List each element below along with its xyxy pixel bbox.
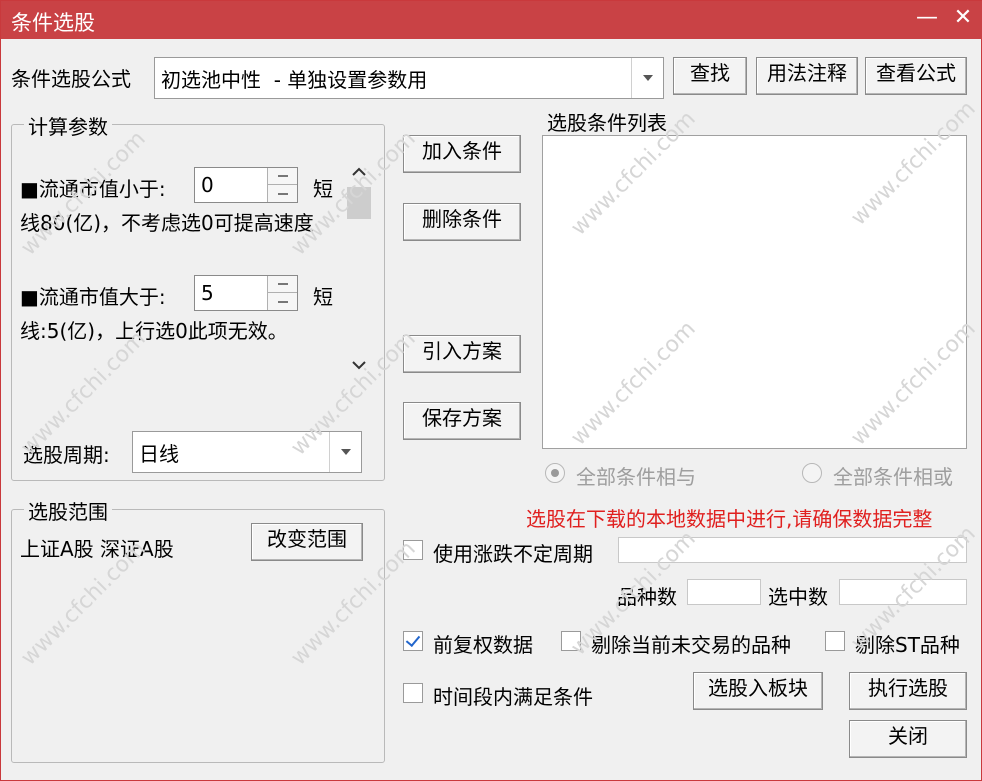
conditions-list-title: 选股条件列表 [547,111,667,135]
formula-label: 条件选股公式 [11,67,131,91]
chevron-down-icon[interactable] [631,58,663,98]
param-2-suffix: 短 [313,285,333,309]
exclude-st-label: 剔除ST品种 [855,633,960,657]
add-condition-button[interactable]: 加入条件 [403,135,521,173]
param-1-label: ■流通市值小于: [20,177,166,201]
param-2-label: ■流通市值大于: [20,285,166,309]
close-icon[interactable]: ✕ [947,3,979,35]
execute-button[interactable]: 执行选股 [849,672,967,710]
forward-adjust-checkbox[interactable] [403,631,423,651]
delete-condition-button[interactable]: 删除条件 [403,203,521,241]
radio-or[interactable] [802,463,822,483]
range-value: 上证A股 深证A股 [20,537,174,561]
use-variable-period-checkbox[interactable] [403,540,423,560]
exclude-untraded-checkbox[interactable] [561,631,581,651]
exclude-untraded-label: 剔除当前未交易的品种 [591,633,791,657]
selected-count-field [839,579,967,605]
period-select[interactable]: 日线 [132,431,362,473]
import-scheme-button[interactable]: 引入方案 [403,335,521,373]
formula-select[interactable]: 初选池中性 - 单独设置参数用 [154,57,664,99]
spin-up-icon[interactable] [268,276,297,293]
spin-down-icon[interactable] [268,185,297,202]
formula-select-value: 初选池中性 - 单独设置参数用 [161,67,428,92]
period-label: 选股周期: [23,443,110,467]
scroll-down-icon[interactable] [352,360,366,370]
param-2-value: 5 [201,281,214,305]
save-scheme-button[interactable]: 保存方案 [403,402,521,440]
chevron-down-icon[interactable] [329,432,361,472]
param-1-note: 线80(亿)，不考虑选0可提高速度 [20,211,314,235]
variety-count-label: 品种数 [617,585,677,609]
view-formula-button[interactable]: 查看公式 [865,57,967,95]
time-period-label: 时间段内满足条件 [433,685,593,709]
param-1-spinner[interactable]: 0 [194,167,298,203]
param-1-value: 0 [201,173,214,197]
selected-count-label: 选中数 [768,585,828,609]
param-1-suffix: 短 [313,177,333,201]
radio-and[interactable] [545,463,565,483]
param-2-spinner[interactable]: 5 [194,275,298,311]
params-group-title: 计算参数 [24,111,112,140]
add-to-board-button[interactable]: 选股入板块 [693,672,823,710]
close-button[interactable]: 关闭 [849,720,967,758]
forward-adjust-label: 前复权数据 [433,633,533,657]
scrollbar-thumb[interactable] [347,187,371,219]
range-group-title: 选股范围 [24,496,112,525]
exclude-st-checkbox[interactable] [825,631,845,651]
param-2-note: 线:5(亿)，上行选0此项无效。 [20,319,288,343]
spin-down-icon[interactable] [268,293,297,310]
time-period-checkbox[interactable] [403,683,423,703]
condition-stock-picker-window: 条件选股 — ✕ 条件选股公式 初选池中性 - 单独设置参数用 查找 用法注释 … [0,0,982,781]
variable-period-input[interactable] [618,537,967,563]
window-title: 条件选股 [11,11,95,35]
title-bar[interactable]: 条件选股 — ✕ [1,1,982,39]
change-range-button[interactable]: 改变范围 [251,523,363,561]
conditions-list[interactable] [542,135,967,449]
usage-notes-button[interactable]: 用法注释 [756,57,858,95]
radio-or-label: 全部条件相或 [833,465,953,489]
scroll-up-icon[interactable] [352,167,366,177]
data-notice: 选股在下载的本地数据中进行,请确保数据完整 [526,507,933,531]
radio-and-label: 全部条件相与 [576,465,696,489]
minimize-icon[interactable]: — [911,3,943,35]
params-scrollbar[interactable] [346,161,372,376]
period-select-value: 日线 [139,441,179,466]
find-button[interactable]: 查找 [673,57,747,95]
use-variable-period-label: 使用涨跌不定周期 [433,542,593,566]
spin-up-icon[interactable] [268,168,297,185]
variety-count-field [687,579,761,605]
